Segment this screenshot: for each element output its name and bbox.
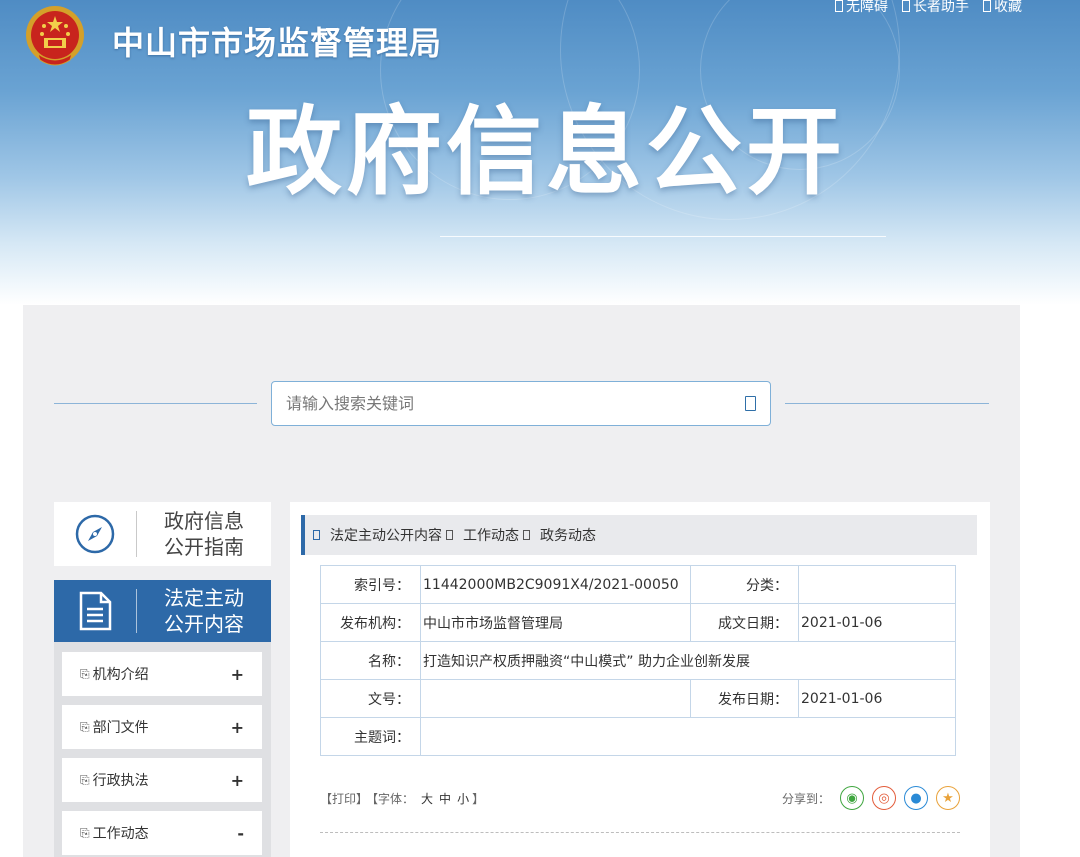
collapse-icon[interactable]: - [237,824,244,843]
elderly-assistant-link[interactable]: 长者助手 [902,0,969,16]
font-medium-button[interactable]: 中 [439,792,451,806]
national-emblem-icon [24,4,86,70]
expand-icon[interactable]: + [231,718,244,737]
favorite-icon [983,0,991,12]
star-share-icon[interactable]: ★ [936,786,960,810]
compass-icon [75,514,115,554]
search-divider-left [54,403,257,404]
breadcrumb-item[interactable]: 工作动态 [463,525,519,545]
doc-icon: ⎘ [80,666,90,681]
guide-label: 政府信息 公开指南 [164,509,244,559]
qq-share-icon[interactable]: ● [904,786,928,810]
search-box [271,381,771,426]
sidebar-item-dept-docs[interactable]: ⎘ 部门文件 + [62,705,262,749]
sidebar-active-card[interactable]: 法定主动 公开内容 [54,580,271,642]
article-tools: 【打印】 【字体：大中小】 分享到： ◉ ◎ ● ★ [320,786,960,810]
expand-icon[interactable]: + [231,771,244,790]
elderly-assistant-icon [902,0,910,12]
breadcrumb: 法定主动公开内容 工作动态 政务动态 [301,515,977,555]
document-icon [79,591,112,631]
table-row: 名称： 打造知识产权质押融资“中山模式” 助力企业创新发展 [320,641,956,680]
sidebar-list: ⎘ 机构介绍 + ⎘ 部门文件 + ⎘ 行政执法 + ⎘ 工作动态 - [54,642,271,857]
accessibility-icon [835,0,843,12]
header-banner: 中山市市场监督管理局 无障碍 长者助手 收藏 政府信息公开 [0,0,1080,305]
font-large-button[interactable]: 大 [421,792,433,806]
breadcrumb-item[interactable]: 政务动态 [540,525,596,545]
separator-icon [446,530,453,540]
table-row: 文号： 发布日期： 2021-01-06 [320,679,956,718]
accessibility-link[interactable]: 无障碍 [835,0,888,16]
top-links: 无障碍 长者助手 收藏 [835,0,1022,16]
home-icon [313,530,320,540]
doc-icon: ⎘ [80,719,90,734]
font-small-button[interactable]: 小 [457,792,469,806]
search-input[interactable] [286,394,706,413]
page-heading: 政府信息公开 [246,96,846,208]
wechat-share-icon[interactable]: ◉ [840,786,864,810]
content-divider [320,832,960,833]
table-row: 发布机构： 中山市市场监督管理局 成文日期： 2021-01-06 [320,603,956,642]
expand-icon[interactable]: + [231,665,244,684]
table-row: 主题词： [320,717,956,756]
separator-icon [523,530,530,540]
share-bar: 分享到： ◉ ◎ ● ★ [782,786,960,810]
search-icon[interactable] [745,396,756,411]
active-label: 法定主动 公开内容 [164,586,244,636]
print-button[interactable]: 【打印】 [320,792,368,806]
sidebar-item-law-enforcement[interactable]: ⎘ 行政执法 + [62,758,262,802]
document-meta-table: 索引号： 11442000MB2C9091X4/2021-00050 分类： 发… [320,565,956,756]
breadcrumb-item[interactable]: 法定主动公开内容 [330,525,442,545]
table-row: 索引号： 11442000MB2C9091X4/2021-00050 分类： [320,565,956,604]
doc-icon: ⎘ [80,825,90,840]
site-name[interactable]: 中山市市场监督管理局 [112,18,442,64]
heading-divider [440,236,886,237]
sidebar-item-org-intro[interactable]: ⎘ 机构介绍 + [62,652,262,696]
favorite-link[interactable]: 收藏 [983,0,1022,16]
sidebar-guide-card[interactable]: 政府信息 公开指南 [54,502,271,566]
sidebar-item-work-news[interactable]: ⎘ 工作动态 - [62,811,262,855]
weibo-share-icon[interactable]: ◎ [872,786,896,810]
doc-icon: ⎘ [80,772,90,787]
search-divider-right [785,403,989,404]
